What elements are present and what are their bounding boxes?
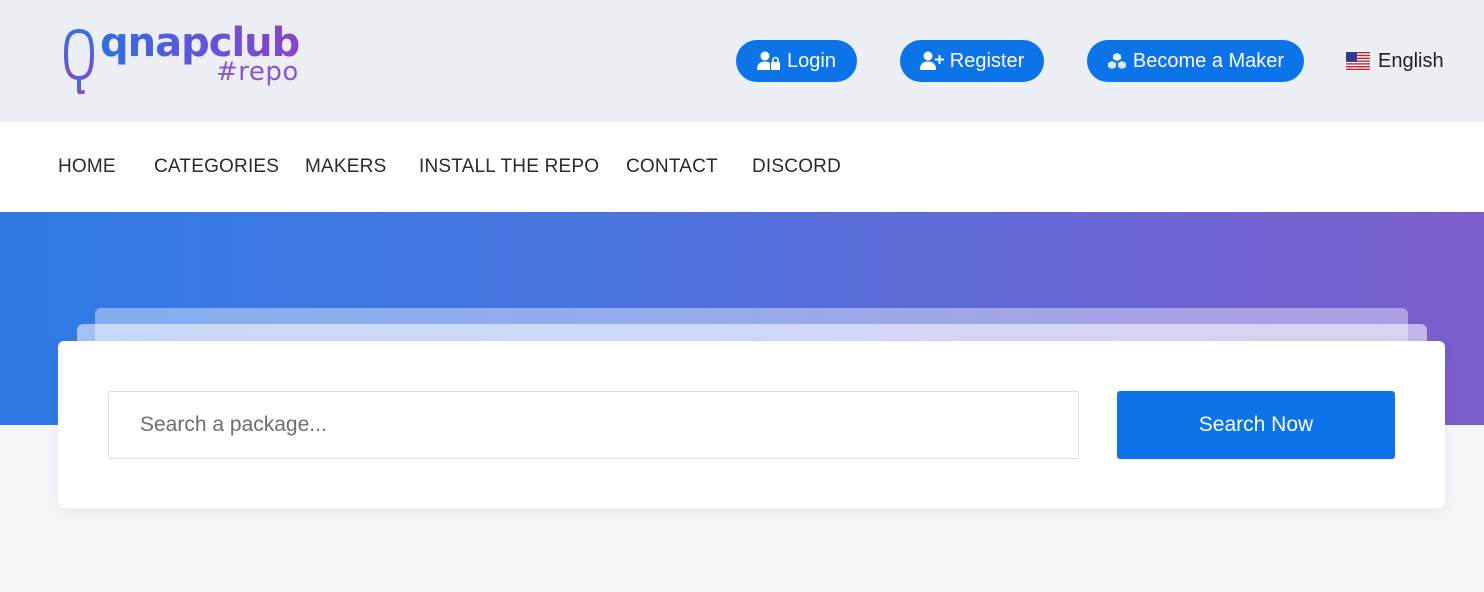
nav-item-contact[interactable]: CONTACT — [626, 156, 718, 178]
cubes-icon — [1107, 53, 1126, 69]
package-search-input[interactable] — [108, 391, 1079, 459]
login-label: Login — [787, 49, 836, 72]
language-selector[interactable]: English — [1346, 48, 1444, 74]
top-header: qnapclub #repo Login Register Become a M… — [0, 0, 1484, 122]
language-label: English — [1378, 49, 1444, 72]
nav-item-categories[interactable]: CATEGORIES — [154, 156, 279, 178]
nav-item-home[interactable]: HOME — [58, 156, 116, 178]
register-button[interactable]: Register — [900, 40, 1044, 82]
logo-sub-text: #repo — [216, 57, 299, 87]
login-button[interactable]: Login — [736, 40, 857, 82]
user-lock-icon — [757, 51, 781, 70]
become-maker-label: Become a Maker — [1132, 49, 1285, 72]
nav-item-makers[interactable]: MAKERS — [305, 156, 386, 178]
qnapclub-logo[interactable]: qnapclub #repo — [60, 20, 310, 96]
search-now-button[interactable]: Search Now — [1117, 391, 1395, 459]
user-plus-icon — [919, 51, 944, 70]
search-card: Search Now — [58, 341, 1445, 508]
main-nav: HOME CATEGORIES MAKERS INSTALL THE REPO … — [0, 122, 1484, 212]
nav-item-discord[interactable]: DISCORD — [752, 156, 841, 178]
become-maker-button[interactable]: Become a Maker — [1087, 40, 1304, 82]
register-label: Register — [949, 49, 1025, 72]
nav-item-install-the-repo[interactable]: INSTALL THE REPO — [419, 156, 599, 178]
logo-q-icon — [63, 28, 95, 94]
us-flag-icon — [1346, 52, 1370, 70]
